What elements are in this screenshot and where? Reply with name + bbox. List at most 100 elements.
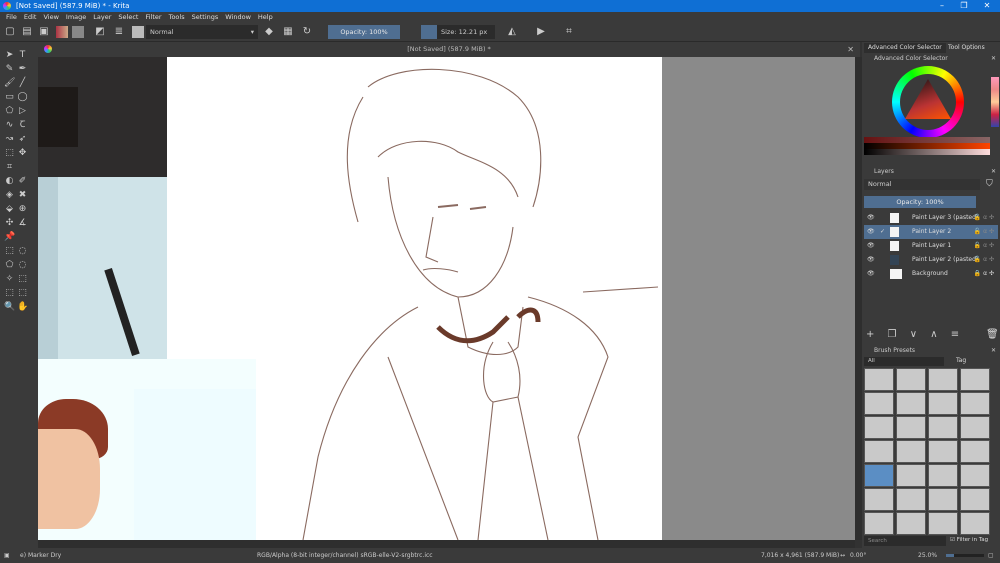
tool-button[interactable]: ✐ [17,176,28,187]
brush-search-input[interactable]: Search [864,536,946,546]
lock-icon[interactable]: 🔓 α ✣ [974,211,994,225]
brush-tag-button[interactable]: Tag [956,357,966,364]
tool-button[interactable]: ➶ [17,134,28,145]
eraser-icon[interactable]: ◆ [263,26,275,38]
gradient-picker-button[interactable] [56,26,68,38]
fg-bg-color-icon[interactable]: ◩ [94,26,106,38]
tool-button[interactable]: ◌ [17,246,28,257]
tool-button[interactable]: ╱ [17,78,28,89]
brush-preset[interactable] [960,416,990,439]
tool-button[interactable]: ✒ [17,64,28,75]
brush-settings-icon[interactable]: ≣ [113,26,125,38]
close-icon[interactable]: ✕ [991,167,996,177]
layer-row[interactable]: 👁 ✓ Paint Layer 2 🔓 α ✣ [864,225,998,239]
brush-preset-button[interactable] [132,26,144,38]
tool-button[interactable]: ⬚ [4,246,15,257]
delete-layer-icon[interactable]: 🗑 [986,329,999,340]
brush-filter-select[interactable]: All [864,357,944,366]
eye-icon[interactable]: 👁 [867,253,875,267]
horizontal-scrollbar[interactable] [38,540,855,548]
alpha-lock-icon[interactable]: ▦ [282,26,294,38]
brush-preset[interactable] [960,464,990,487]
canvas[interactable] [38,57,855,540]
status-zoom[interactable]: 25.0% [918,548,937,563]
brush-preset[interactable] [896,488,926,511]
zoom-slider[interactable] [946,554,984,557]
status-rotation[interactable]: 0.00° [850,548,866,563]
brush-preset[interactable] [928,488,958,511]
lock-icon[interactable]: 🔓 α ✣ [974,253,994,267]
brush-preset[interactable] [960,488,990,511]
eye-icon[interactable]: 👁 [867,225,875,239]
brush-preset[interactable] [864,368,894,391]
tool-button[interactable]: 📌 [4,232,15,243]
brush-preset[interactable] [928,368,958,391]
pattern-picker-button[interactable] [72,26,84,38]
tool-button[interactable]: ⬠ [4,260,15,271]
layer-row[interactable]: 👁 Paint Layer 2 (pasted) 🔓 α ✣ [864,253,998,267]
menu-settings[interactable]: Settings [192,12,219,22]
tool-button[interactable]: ◌ [17,260,28,271]
brush-preset[interactable] [896,512,926,535]
tool-button[interactable]: ✧ [4,274,15,285]
eye-icon[interactable]: 👁 [867,267,875,281]
brush-preset[interactable] [928,464,958,487]
brush-preset[interactable] [864,488,894,511]
layer-row[interactable]: 👁 Background 🔒 α ✣ [864,267,998,281]
wrap-around-icon[interactable]: ⌗ [563,26,575,38]
open-document-icon[interactable]: ▤ [21,26,33,38]
tool-button[interactable]: ◯ [17,92,28,103]
layer-actions[interactable]: + ❐ ∨ ∧ ≡ [866,329,964,340]
color-history[interactable] [991,77,999,127]
brush-preset[interactable] [864,464,894,487]
menu-filter[interactable]: Filter [145,12,161,22]
menu-edit[interactable]: Edit [24,12,37,22]
tool-button[interactable]: 🔍 [4,302,15,313]
minimize-button[interactable]: – [932,0,952,12]
brush-preset[interactable] [864,440,894,463]
close-window-button[interactable]: ✕ [977,0,997,12]
size-slider[interactable]: Size: 12.21 px [437,25,495,39]
tool-button[interactable]: ✣ [4,218,15,229]
lock-icon[interactable]: 🔓 α ✣ [974,239,994,253]
new-document-icon[interactable]: ▢ [4,26,16,38]
mirror-horizontal-icon[interactable]: ◭ [506,26,518,38]
menu-window[interactable]: Window [225,12,251,22]
maximize-button[interactable]: ❐ [954,0,974,12]
tool-button[interactable]: ✖ [17,190,28,201]
eye-icon[interactable]: 👁 [867,239,875,253]
layer-opacity-slider[interactable]: Opacity: 100% [864,196,976,208]
layer-blend-select[interactable]: Normal [864,179,980,190]
tool-button[interactable]: ▷ [17,106,28,117]
tool-button[interactable]: ⬚ [17,288,28,299]
brush-preset[interactable] [960,392,990,415]
lock-icon[interactable]: 🔒 α ✣ [974,267,994,281]
vertical-scrollbar[interactable] [855,57,862,540]
brush-preset[interactable] [896,416,926,439]
tool-button[interactable]: ∿ [4,120,15,131]
document-tab[interactable]: [Not Saved] (587.9 MiB) * ✕ [38,42,860,57]
brush-preset[interactable] [896,392,926,415]
tool-button[interactable]: ◈ [4,190,15,201]
brush-preset[interactable] [928,512,958,535]
menu-image[interactable]: Image [66,12,86,22]
blend-mode-select[interactable]: Normal ▾ [146,25,258,39]
eye-icon[interactable]: 👁 [867,211,875,225]
layer-row[interactable]: 👁 Paint Layer 1 🔓 α ✣ [864,239,998,253]
tool-button[interactable]: ↝ [4,134,15,145]
fullscreen-icon[interactable]: ▢ [988,548,994,563]
close-document-button[interactable]: ✕ [847,42,854,57]
reload-preset-icon[interactable]: ↻ [301,26,313,38]
menu-layer[interactable]: Layer [93,12,111,22]
tool-button[interactable]: ⬙ [4,204,15,215]
lock-icon[interactable]: 🔓 α ✣ [974,225,994,239]
tool-button[interactable]: ◐ [4,176,15,187]
menu-view[interactable]: View [43,12,58,22]
brush-preset[interactable] [864,512,894,535]
menu-tools[interactable]: Tools [169,12,185,22]
filter-in-tag-checkbox[interactable]: ☑ Filter in Tag [950,537,988,543]
save-document-icon[interactable]: ▣ [38,26,50,38]
hue-ring[interactable] [892,66,964,138]
tool-button[interactable]: ⬚ [17,274,28,285]
close-icon[interactable]: ✕ [991,54,996,64]
